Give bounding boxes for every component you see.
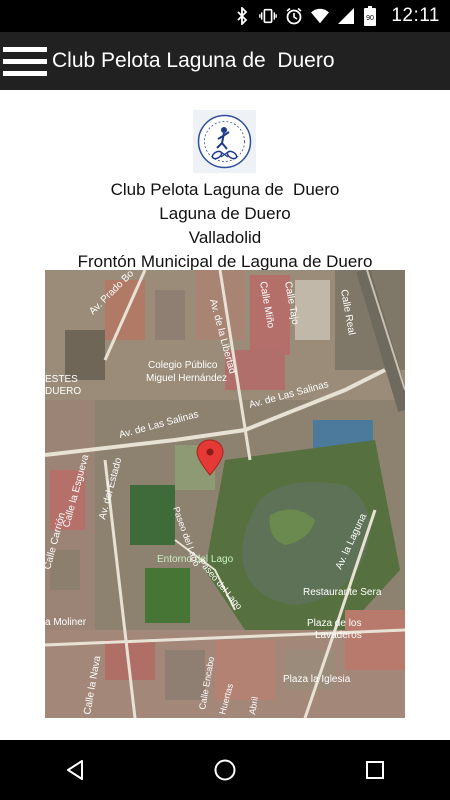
status-bar: 90 12:11 xyxy=(0,0,450,32)
map-label: a Moliner xyxy=(45,617,87,628)
club-town: Laguna de Duero xyxy=(159,204,291,223)
club-province: Valladolid xyxy=(188,228,262,247)
map-label: Colegio Público xyxy=(148,360,218,371)
bluetooth-icon xyxy=(233,7,251,25)
recents-icon[interactable] xyxy=(345,740,405,800)
map-label: Miguel Hernández xyxy=(146,373,227,384)
wifi-icon xyxy=(311,7,330,25)
map-label: Restaurante Sera xyxy=(303,587,382,598)
battery-level: 90 xyxy=(366,15,374,22)
vibrate-icon xyxy=(259,7,278,25)
club-info: Club Pelota Laguna de Duero Laguna de Du… xyxy=(0,178,450,274)
clock-time: 12:11 xyxy=(391,5,440,26)
status-icons: 90 12:11 xyxy=(233,0,440,32)
signal-icon xyxy=(337,7,355,25)
map-label: Lavaderos xyxy=(315,630,362,641)
back-icon[interactable] xyxy=(45,740,105,800)
main-content: Club Pelota Laguna de Duero Laguna de Du… xyxy=(0,90,450,740)
map-label: Plaza de los xyxy=(307,618,361,629)
map-label: ESTES xyxy=(45,374,78,385)
app-bar: Club Pelota Laguna de Duero xyxy=(0,32,450,90)
map-label: DUERO xyxy=(45,386,81,397)
club-logo xyxy=(193,110,256,173)
app-title: Club Pelota Laguna de Duero xyxy=(52,49,335,72)
location-map[interactable]: Av. Prado Bo Colegio Público Miguel Hern… xyxy=(45,270,405,718)
club-name: Club Pelota Laguna de Duero xyxy=(110,180,340,199)
navigation-bar xyxy=(0,740,450,800)
alarm-icon xyxy=(285,7,303,25)
hamburger-menu-icon[interactable] xyxy=(0,32,50,90)
home-icon[interactable] xyxy=(195,740,255,800)
battery-icon: 90 xyxy=(363,6,377,26)
map-label: Plaza la Iglesia xyxy=(283,674,351,685)
